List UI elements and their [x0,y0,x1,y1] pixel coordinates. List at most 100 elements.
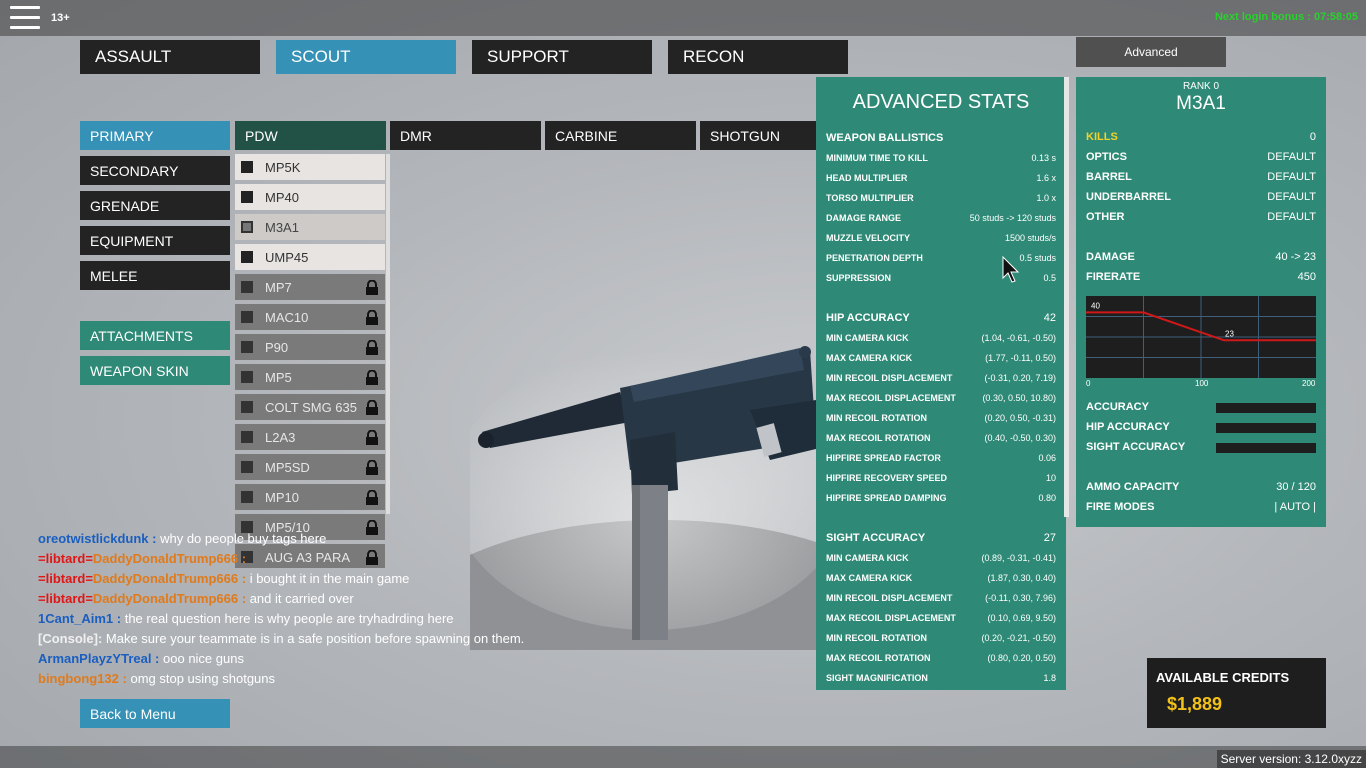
category-dmr[interactable]: DMR [390,121,541,150]
advanced-stats-scrollbar[interactable] [1064,77,1069,517]
hip-stat-row-value: (0.40, -0.50, 0.30) [984,433,1056,443]
weapon-list-item[interactable]: MP10 [235,484,385,510]
advanced-toggle-button[interactable]: Advanced [1076,37,1226,67]
sight-stat-row-label: SIGHT MAGNIFICATION [826,673,928,683]
menu-icon[interactable] [10,6,40,30]
chat-text: i bought it in the main game [249,571,410,586]
weapon-list-item[interactable]: L2A3 [235,424,385,450]
accuracy-label: ACCURACY [1086,401,1149,413]
weapon-list-item[interactable]: P90 [235,334,385,360]
hip-stat-row: MIN RECOIL ROTATION (0.20, 0.50, -0.31) [826,411,1056,425]
ballistics-stat-row: TORSO MULTIPLIER 1.0 x [826,191,1056,205]
lock-icon [366,460,378,475]
lock-icon [366,490,378,505]
graph-label-low: 23 [1225,329,1234,338]
chat-message: ArmanPlayzYTreal : ooo nice guns [38,650,598,670]
underbarrel-value: DEFAULT [1267,191,1316,203]
slot-primary[interactable]: PRIMARY [80,121,230,150]
other-value: DEFAULT [1267,211,1316,223]
hip-stat-row-value: 0.80 [1038,493,1056,503]
optics-label: OPTICS [1086,151,1127,163]
advanced-stats-title: ADVANCED STATS [852,91,1030,113]
hip-stat-row: MAX CAMERA KICK (1.77, -0.11, 0.50) [826,351,1056,365]
hip-stat-row-value: (1.77, -0.11, 0.50) [985,353,1056,363]
slot-secondary[interactable]: SECONDARY [80,156,230,185]
hip-stat-row: HIPFIRE RECOVERY SPEED 10 [826,471,1056,485]
chat-username: oreotwistlickdunk : [38,531,157,546]
sight-stat-row-value: (-0.11, 0.30, 7.96) [985,593,1056,603]
weapon-skin-button[interactable]: WEAPON SKIN [80,356,230,385]
server-version: Server version: 3.12.0xyzz [1216,750,1366,768]
hip-stat-row-value: (0.20, 0.50, -0.31) [984,413,1056,423]
ballistics-stat-row: DAMAGE RANGE 50 studs -> 120 studs [826,211,1056,225]
category-carbine[interactable]: CARBINE [545,121,696,150]
weapon-list-item[interactable]: UMP45 [235,244,385,270]
weapon-checkbox-icon [241,491,253,503]
graph-tick-100: 100 [1195,379,1209,388]
tab-recon[interactable]: RECON [668,40,848,74]
weapon-name-label: MP7 [265,279,292,295]
weapon-list-item[interactable]: MP7 [235,274,385,300]
sight-stat-row: MIN RECOIL DISPLACEMENT (-0.11, 0.30, 7.9… [826,591,1056,605]
back-to-menu-button[interactable]: Back to Menu [80,699,230,728]
weapon-name-label: MP5K [265,159,301,175]
weapon-name-label: MP5SD [265,459,310,475]
tab-support[interactable]: SUPPORT [472,40,652,74]
graph-tick-0: 0 [1086,379,1091,388]
ballistics-stat-row: MUZZLE VELOCITY 1500 studs/s [826,231,1056,245]
attachments-button[interactable]: ATTACHMENTS [80,321,230,350]
weapon-list-item[interactable]: M3A1 [235,214,385,240]
sight-accuracy-header-value: 27 [1043,532,1056,544]
category-pdw[interactable]: PDW [235,121,386,150]
bottom-bar [0,746,1366,768]
chat-username: DaddyDonaldTrump666 : [92,551,247,566]
kills-label: KILLS [1086,131,1118,143]
weapon-list-item[interactable]: MAC10 [235,304,385,330]
ammo-value: 30 / 120 [1276,481,1316,493]
chat-tag: =libtard= [38,551,93,566]
tab-scout[interactable]: SCOUT [276,40,456,74]
sight-stat-row: MAX RECOIL ROTATION (0.80, 0.20, 0.50) [826,651,1056,665]
ballistics-stat-row-value: 50 studs -> 120 studs [969,213,1056,223]
category-shotgun[interactable]: SHOTGUN [700,121,816,150]
weapon-list-item[interactable]: MP40 [235,184,385,210]
hip-stat-row-label: MAX CAMERA KICK [826,353,913,363]
tab-assault[interactable]: ASSAULT [80,40,260,74]
damage-row: DAMAGE 40 -> 23 [1086,250,1316,264]
sight-stat-row-label: MIN RECOIL DISPLACEMENT [826,593,953,603]
sight-stat-row-value: 1.8 [1043,673,1056,683]
hip-stat-row-value: 0.06 [1038,453,1056,463]
firerate-row: FIRERATE 450 [1086,270,1316,284]
kills-value: 0 [1309,131,1316,143]
kills-row: KILLS 0 [1086,130,1316,144]
sight-stat-row-label: MIN RECOIL ROTATION [826,633,927,643]
sight-stat-row: MIN CAMERA KICK (0.89, -0.31, -0.41) [826,551,1056,565]
credits-label: AVAILABLE CREDITS [1156,670,1290,685]
sight-stat-row: MAX RECOIL DISPLACEMENT (0.10, 0.69, 9.50… [826,611,1056,625]
weapon-info-panel: RANK 0 M3A1 KILLS 0 OPTICS DEFAULT BARRE… [1076,77,1326,527]
ballistics-stat-row-value: 1.6 x [1036,173,1056,183]
chat-message: [Console]: Make sure your teammate is in… [38,630,598,650]
firerate-value: 450 [1297,271,1316,283]
weapon-list-item[interactable]: MP5SD [235,454,385,480]
weapon-list-scrollbar[interactable] [386,154,390,514]
ballistics-stat-row-label: PENETRATION DEPTH [826,253,923,263]
weapon-list-item[interactable]: COLT SMG 635 [235,394,385,420]
hip-stat-row: MAX RECOIL ROTATION (0.40, -0.50, 0.30) [826,431,1056,445]
chat-text: Make sure your teammate is in a safe pos… [105,631,525,646]
weapon-list-item[interactable]: MP5 [235,364,385,390]
graph-x-ticks: 0 100 200 [1086,379,1316,389]
slot-melee[interactable]: MELEE [80,261,230,290]
mouse-cursor-icon [1002,256,1020,283]
fire-modes-label: FIRE MODES [1086,501,1155,513]
slot-grenade[interactable]: GRENADE [80,191,230,220]
accuracy-bar [1216,403,1316,413]
weapon-list-item[interactable]: MP5K [235,154,385,180]
chat-message: =libtard=DaddyDonaldTrump666 : [38,550,598,570]
hip-stat-row-label: HIPFIRE RECOVERY SPEED [826,473,948,483]
hip-stat-row-label: HIPFIRE SPREAD FACTOR [826,453,941,463]
sight-stat-row-value: (0.20, -0.21, -0.50) [981,633,1056,643]
hip-stat-row-value: 10 [1045,473,1056,483]
slot-equipment[interactable]: EQUIPMENT [80,226,230,255]
damage-value: 40 -> 23 [1275,251,1316,263]
